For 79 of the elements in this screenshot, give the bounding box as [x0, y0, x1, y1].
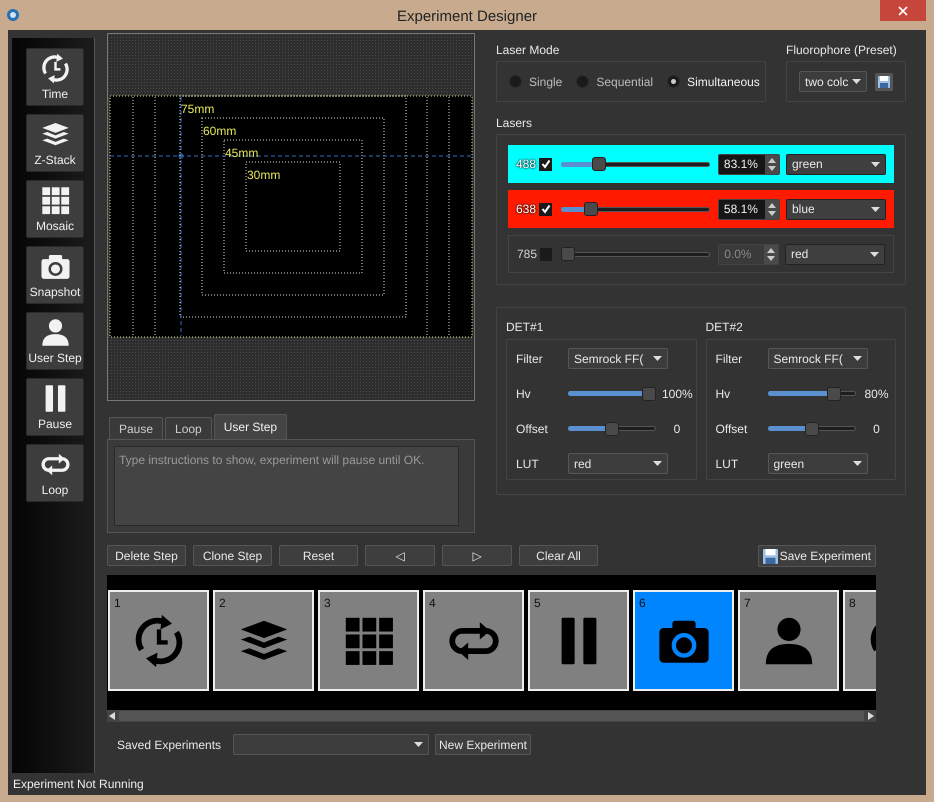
step-tile[interactable]: 6	[633, 590, 734, 691]
step-number: 2	[219, 595, 226, 612]
tab[interactable]: Loop	[165, 417, 212, 439]
field-label: Filter	[516, 350, 544, 368]
field-label: Offset	[516, 420, 549, 438]
toolbar-button[interactable]: Z-Stack	[26, 114, 84, 172]
field-label: Filter	[716, 350, 744, 368]
toolbar-button[interactable]: Snapshot	[26, 246, 84, 304]
step-tile[interactable]: 2	[213, 590, 314, 691]
dropdown[interactable]: two colc	[799, 71, 867, 92]
status-text: Experiment Not Running	[13, 776, 144, 793]
instructions-field[interactable]: Type instructions to show, experiment will pause until OK.	[114, 446, 459, 526]
step-number: 6	[639, 595, 646, 612]
wavelength-label: 785	[517, 246, 538, 263]
size-label: 45mm	[225, 146, 258, 160]
slider-value: 100%	[662, 386, 692, 402]
field-label: Saved Experiments	[117, 736, 222, 754]
section-label: Lasers	[496, 115, 534, 132]
slider-value: 0	[872, 420, 881, 438]
radio-label: Single	[529, 74, 562, 90]
window-title: Experiment Designer	[396, 7, 538, 27]
toolbar-button[interactable]: Time	[26, 48, 84, 106]
step-number: 3	[324, 595, 331, 612]
step-tile[interactable]: 1	[108, 590, 209, 691]
toolbar-button[interactable]: Loop	[26, 444, 84, 502]
step-number: 8	[849, 595, 856, 612]
dropdown[interactable]: green	[768, 453, 868, 474]
radio-label: Simultaneous	[687, 74, 760, 90]
wavelength-label: 638	[516, 201, 538, 218]
new-experiment-button[interactable]: New Experiment	[435, 734, 531, 755]
field-label: Hv	[516, 386, 532, 402]
size-label: 30mm	[247, 168, 280, 182]
detector-title: DET#1	[506, 319, 544, 336]
percent-spinbox[interactable]: 83.1%	[718, 154, 780, 174]
step-tile[interactable]: 4	[423, 590, 524, 691]
section-label: Laser Mode	[496, 42, 560, 59]
detector-title: DET#2	[706, 319, 744, 336]
step-button[interactable]: ▷	[442, 545, 512, 566]
radio-label: Sequential	[596, 74, 654, 90]
step-tile[interactable]: 8	[843, 590, 876, 691]
step-tile[interactable]: 3	[318, 590, 419, 691]
dropdown[interactable]: Semrock FF(	[768, 348, 868, 369]
save-experiment-button[interactable]: Save Experiment	[758, 545, 876, 567]
size-label: 60mm	[203, 124, 236, 138]
dropdown[interactable]: red	[568, 453, 668, 474]
dropdown[interactable]: blue	[786, 198, 886, 220]
step-button[interactable]: ◁	[365, 545, 435, 566]
step-number: 7	[744, 595, 751, 612]
step-number: 1	[114, 595, 121, 612]
wavelength-label: 488	[516, 156, 538, 173]
toolbar-button[interactable]: Mosaic	[26, 180, 84, 238]
size-label: 75mm	[181, 102, 214, 116]
step-tile[interactable]: 7	[738, 590, 839, 691]
toolbar-button[interactable]: User Step	[26, 312, 84, 370]
step-button[interactable]: Reset	[279, 545, 358, 566]
percent-spinbox[interactable]: 58.1%	[718, 198, 780, 220]
step-button[interactable]: Clone Step	[193, 545, 272, 566]
slider-value: 0	[672, 420, 682, 438]
tab[interactable]: Pause	[109, 417, 164, 439]
percent-value: 58.1%	[722, 201, 759, 218]
dropdown[interactable]: Semrock FF(	[568, 348, 668, 369]
field-label: LUT	[516, 456, 540, 472]
field-label: Hv	[716, 386, 732, 402]
field-label: LUT	[716, 456, 740, 472]
toolbar-button[interactable]: Pause	[26, 378, 84, 436]
step-button[interactable]: Delete Step	[107, 545, 186, 566]
dropdown[interactable]: green	[786, 154, 886, 174]
step-number: 4	[429, 595, 436, 612]
tab[interactable]: User Step	[214, 414, 288, 439]
percent-value: 83.1%	[722, 156, 759, 173]
step-number: 5	[534, 595, 541, 612]
slider-value: 80%	[863, 386, 890, 402]
percent-value: 0.0%	[723, 246, 753, 263]
section-label: Fluorophore (Preset)	[786, 42, 898, 59]
step-tile[interactable]: 5	[528, 590, 629, 691]
sample-area[interactable]: 75mm 60mm 45mm 30mm	[107, 33, 475, 401]
dropdown[interactable]: red	[784, 244, 885, 264]
step-button[interactable]: Clear All	[519, 545, 598, 566]
field-label: Offset	[716, 420, 748, 438]
